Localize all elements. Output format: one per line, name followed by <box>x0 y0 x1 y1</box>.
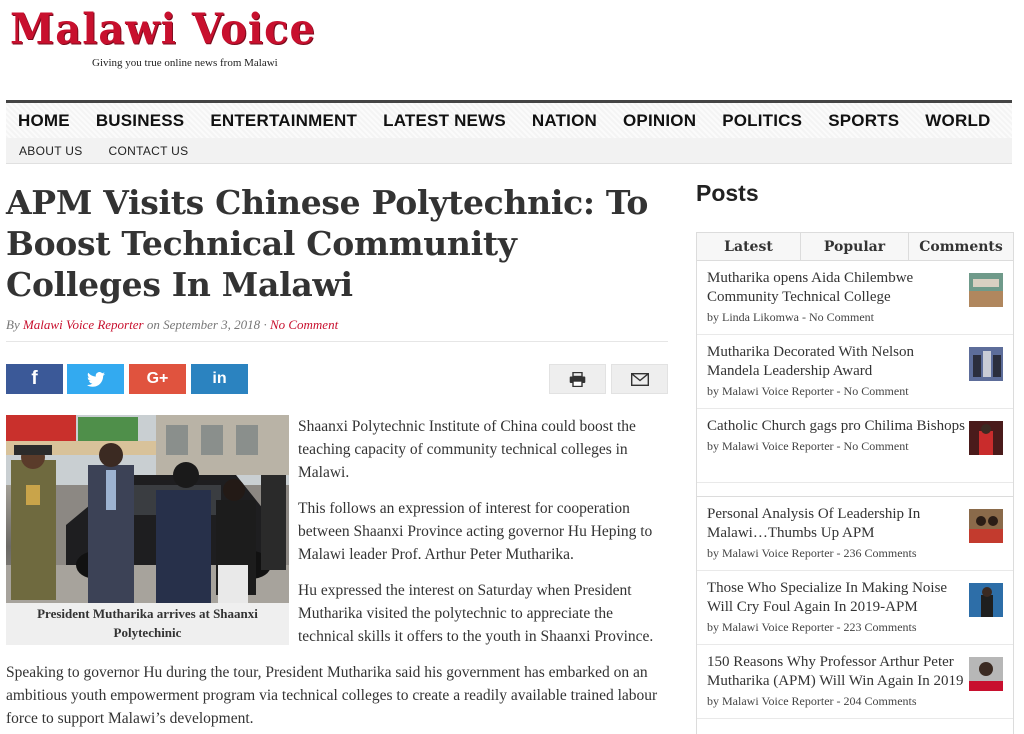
nav-about-us[interactable]: ABOUT US <box>6 144 96 158</box>
post-title[interactable]: Those Who Specialize In Making Noise Wil… <box>707 579 967 617</box>
post-item[interactable]: Catholic Church gags pro Chilima Bishops… <box>697 409 1013 483</box>
nav-world[interactable]: WORLD <box>912 111 1003 131</box>
linkedin-icon: in <box>212 370 227 387</box>
share-twitter-button[interactable] <box>67 364 124 394</box>
google-plus-icon: G+ <box>146 370 169 387</box>
twitter-icon <box>86 371 105 387</box>
post-meta: by Malawi Voice Reporter - 223 Comments <box>707 620 917 634</box>
site-header: Malawi Voice Giving you true online news… <box>0 0 1024 100</box>
byline-by: By <box>6 317 20 332</box>
article-photo[interactable] <box>6 415 289 603</box>
share-bar: f G+ in <box>6 364 668 396</box>
nav-business[interactable]: BUSINESS <box>83 111 198 131</box>
comments-link[interactable]: No Comment <box>270 317 338 332</box>
nav-nation[interactable]: NATION <box>519 111 610 131</box>
post-thumbnail[interactable] <box>969 421 1003 455</box>
share-linkedin-button[interactable]: in <box>191 364 248 394</box>
post-thumbnail[interactable] <box>969 583 1003 617</box>
nav-opinion[interactable]: OPINION <box>610 111 709 131</box>
posts-tabs: Latest Popular Comments <box>697 233 1013 261</box>
post-title[interactable]: Personal Analysis Of Leadership In Malaw… <box>707 505 967 543</box>
article-body: President Mutharika arrives at Shaanxi P… <box>6 415 668 730</box>
share-google-plus-button[interactable]: G+ <box>129 364 186 394</box>
post-item[interactable]: 150 Reasons Why Professor Arthur Peter M… <box>697 645 1013 719</box>
publish-date: on September 3, 2018 <box>146 317 261 332</box>
post-item[interactable]: Personal Analysis Of Leadership In Malaw… <box>697 497 1013 571</box>
group-separator <box>697 483 1013 497</box>
author-link[interactable]: Malawi Voice Reporter <box>23 317 144 332</box>
tab-popular[interactable]: Popular <box>801 233 909 260</box>
sidebar: Posts Latest Popular Comments Mutharika … <box>696 180 1014 734</box>
post-meta: by Linda Likomwa - No Comment <box>707 310 874 324</box>
email-button[interactable] <box>611 364 668 394</box>
main-nav: HOME BUSINESS ENTERTAINMENT LATEST NEWS … <box>6 100 1012 138</box>
post-meta: by Malawi Voice Reporter - No Comment <box>707 384 909 398</box>
post-title[interactable]: 150 Reasons Why Professor Arthur Peter M… <box>707 653 967 691</box>
print-icon <box>569 371 586 387</box>
facebook-icon: f <box>31 368 38 389</box>
share-facebook-button[interactable]: f <box>6 364 63 394</box>
site-logo[interactable]: Malawi Voice <box>10 5 316 54</box>
nav-entertainment[interactable]: ENTERTAINMENT <box>197 111 370 131</box>
post-meta: by Malawi Voice Reporter - 204 Comments <box>707 694 917 708</box>
post-item[interactable]: Mutharika Decorated With Nelson Mandela … <box>697 335 1013 409</box>
sub-nav: ABOUT US CONTACT US <box>6 138 1012 164</box>
post-thumbnail[interactable] <box>969 657 1003 691</box>
byline-separator: · <box>263 317 267 332</box>
tab-latest[interactable]: Latest <box>697 233 801 260</box>
nav-sports[interactable]: SPORTS <box>815 111 912 131</box>
site-tagline: Giving you true online news from Malawi <box>92 57 278 69</box>
post-title[interactable]: Mutharika Decorated With Nelson Mandela … <box>707 343 967 381</box>
post-thumbnail[interactable] <box>969 273 1003 307</box>
article-paragraph-4: Speaking to governor Hu during the tour,… <box>6 664 658 727</box>
post-thumbnail[interactable] <box>969 509 1003 543</box>
posts-widget: Latest Popular Comments Mutharika opens … <box>696 232 1014 734</box>
nav-politics[interactable]: POLITICS <box>709 111 815 131</box>
sidebar-title: Posts <box>696 180 759 206</box>
post-item[interactable]: Those Who Specialize In Making Noise Wil… <box>697 571 1013 645</box>
nav-contact-us[interactable]: CONTACT US <box>96 144 202 158</box>
article-figure: President Mutharika arrives at Shaanxi P… <box>6 415 289 645</box>
post-thumbnail[interactable] <box>969 347 1003 381</box>
article: APM Visits Chinese Polytechnic: To Boost… <box>6 182 668 734</box>
nav-home[interactable]: HOME <box>6 111 83 131</box>
post-meta: by Malawi Voice Reporter - 236 Comments <box>707 546 917 560</box>
print-button[interactable] <box>549 364 606 394</box>
article-byline: By Malawi Voice Reporter on September 3,… <box>6 317 668 342</box>
article-title: APM Visits Chinese Polytechnic: To Boost… <box>6 183 649 304</box>
mail-icon <box>630 372 649 386</box>
photo-illustration <box>6 415 289 603</box>
post-item[interactable]: Mutharika opens Aida Chilembwe Community… <box>697 261 1013 335</box>
post-title[interactable]: Catholic Church gags pro Chilima Bishops <box>707 417 967 436</box>
photo-caption: President Mutharika arrives at Shaanxi P… <box>6 603 289 645</box>
post-meta: by Malawi Voice Reporter - No Comment <box>707 439 909 453</box>
nav-latest-news[interactable]: LATEST NEWS <box>370 111 519 131</box>
post-title[interactable]: Mutharika opens Aida Chilembwe Community… <box>707 269 967 307</box>
tab-comments[interactable]: Comments <box>909 233 1013 260</box>
